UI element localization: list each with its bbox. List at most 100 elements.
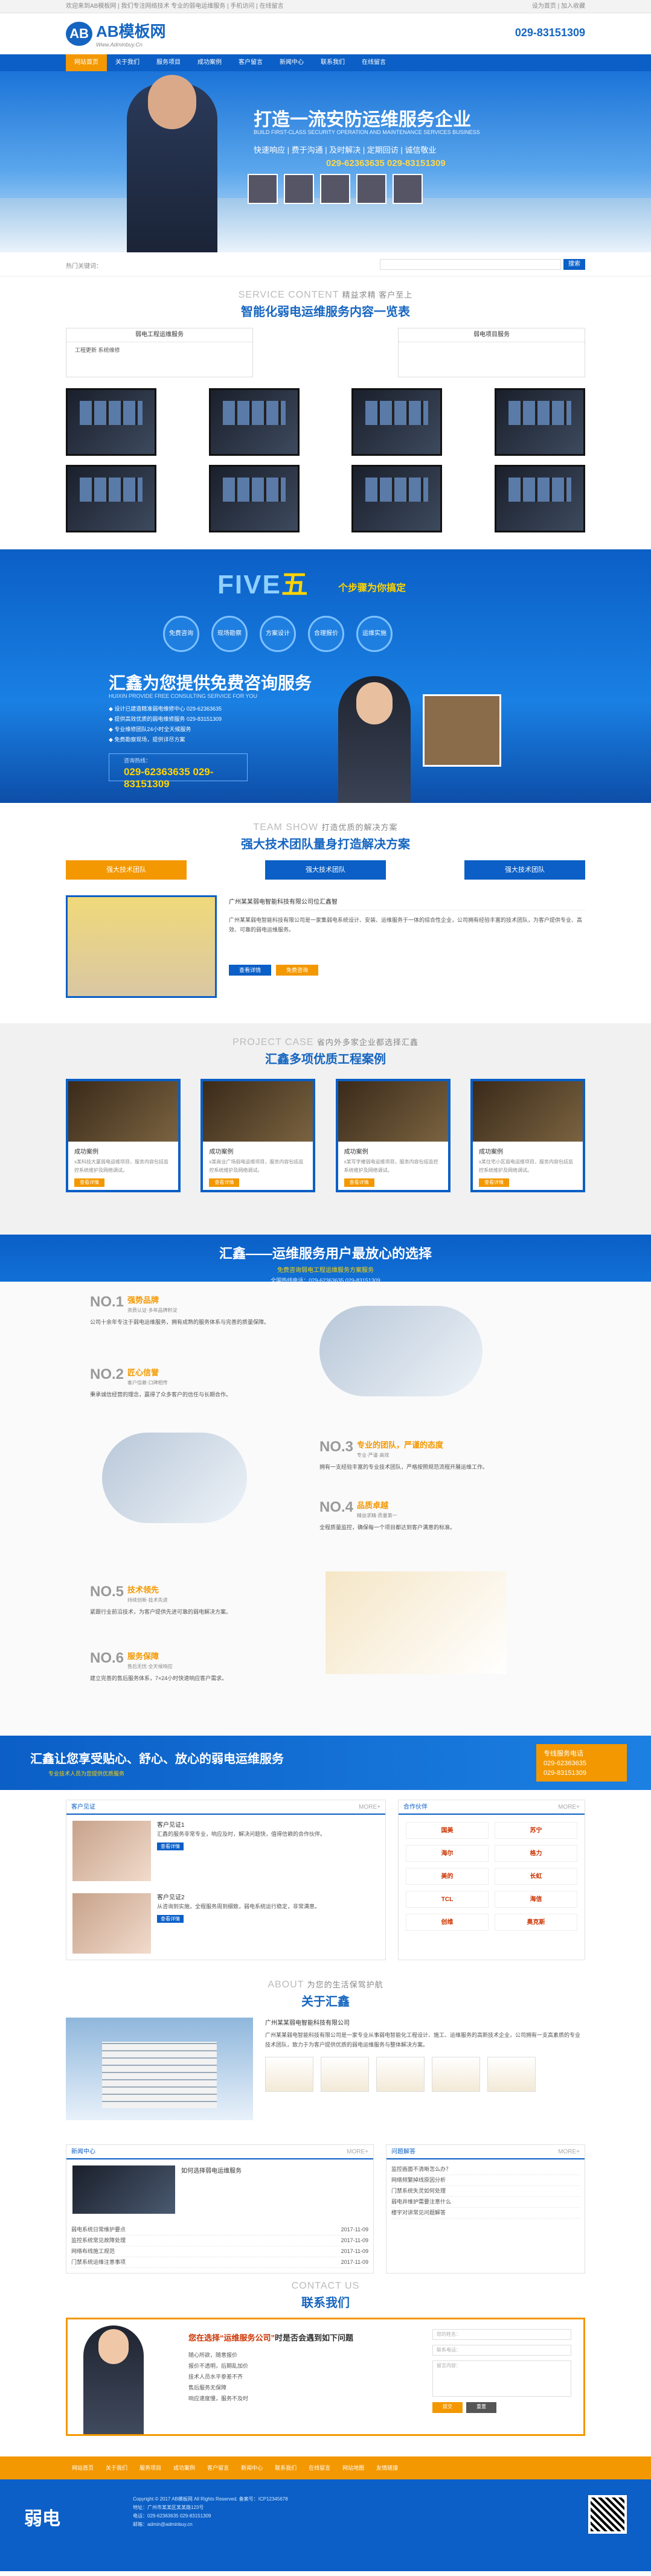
partner-logo[interactable]: 海信 (495, 1891, 577, 1908)
team-tab[interactable]: 强大技术团队 (464, 860, 585, 880)
footer-nav-item[interactable]: 友情链接 (370, 2456, 404, 2479)
step-circle[interactable]: 现场勘察 (211, 616, 248, 652)
case-title[interactable]: 成功案例 (68, 1142, 178, 1158)
testimonial-more-button[interactable]: 查看详情 (157, 1915, 184, 1923)
message-field[interactable]: 留言内容： (432, 2360, 571, 2397)
testimonial-name[interactable]: 客户见证2 (157, 1893, 379, 1902)
nav-item[interactable]: 新闻中心 (271, 54, 312, 71)
phone-field[interactable]: 联系电话： (432, 2345, 571, 2356)
case-image[interactable] (472, 1081, 583, 1142)
testimonial-more-button[interactable]: 查看详情 (157, 1843, 184, 1850)
news-item[interactable]: 网络布线施工规范 2017-11-09 (71, 2246, 368, 2257)
monitor-room-photo[interactable] (351, 465, 443, 532)
step-circle[interactable]: 方案设计 (260, 616, 296, 652)
partner-logo[interactable]: 苏宁 (495, 1822, 577, 1839)
faq-item-title[interactable]: 弱电井维护需要注意什么 (391, 2197, 451, 2207)
footer-nav-item[interactable]: 网站地图 (336, 2456, 370, 2479)
certificate-image[interactable] (376, 2057, 425, 2092)
team-tab[interactable]: 强大技术团队 (265, 860, 386, 880)
faq-item-title[interactable]: 门禁系统失灵如何处理 (391, 2186, 446, 2196)
consult-button[interactable]: 免费咨询 (276, 965, 318, 976)
case-title[interactable]: 成功案例 (203, 1142, 313, 1158)
certificate-image[interactable] (265, 2057, 313, 2092)
news-item-title[interactable]: 门禁系统运维注意事项 (71, 2257, 126, 2268)
partner-logo[interactable]: 创维 (406, 1914, 489, 1931)
faq-item[interactable]: 门禁系统失灵如何处理 (391, 2186, 580, 2197)
topbar-right-links[interactable]: 设为首页 | 加入收藏 (532, 0, 585, 13)
footer-nav-item[interactable]: 在线留言 (303, 2456, 336, 2479)
faq-item[interactable]: 楼宇对讲常见问题解答 (391, 2208, 580, 2219)
faq-item-title[interactable]: 楼宇对讲常见问题解答 (391, 2208, 446, 2218)
testimonials-more[interactable]: MORE+ (359, 1800, 380, 1814)
case-title[interactable]: 成功案例 (473, 1142, 583, 1158)
detail-button[interactable]: 查看详情 (229, 965, 271, 976)
news-thumb[interactable] (72, 2165, 175, 2214)
monitor-room-photo[interactable] (66, 465, 156, 532)
testimonial-name[interactable]: 客户见证1 (157, 1821, 379, 1830)
submit-button[interactable]: 提交 (432, 2402, 463, 2413)
nav-item[interactable]: 关于我们 (107, 54, 148, 71)
case-image[interactable] (338, 1081, 448, 1142)
news-item[interactable]: 弱电系统日常维护要点 2017-11-09 (71, 2225, 368, 2236)
case-image[interactable] (68, 1081, 178, 1142)
team-tab[interactable]: 强大技术团队 (66, 860, 187, 880)
monitor-room-photo[interactable] (208, 388, 300, 456)
case-card[interactable]: 成功案例 x某写字楼弱电运维项目，服务内容包括监控系统维护及网络调试。 查看详情 (335, 1079, 451, 1192)
reset-button[interactable]: 重置 (466, 2402, 496, 2413)
case-card[interactable]: 成功案例 x某住宅小区弱电运维项目，服务内容包括监控系统维护及网络调试。 查看详情 (470, 1079, 585, 1192)
monitor-room-photo[interactable] (66, 388, 156, 456)
name-field[interactable]: 您的姓名： (432, 2329, 571, 2340)
faq-item[interactable]: 监控画面不清晰怎么办？ (391, 2164, 580, 2175)
faq-more[interactable]: MORE+ (558, 2145, 580, 2158)
case-card[interactable]: 成功案例 x某商业广场弱电运维项目，服务内容包括监控系统维护及网络调试。 查看详情 (200, 1079, 316, 1192)
search-button[interactable]: 搜索 (563, 259, 585, 270)
footer-nav-item[interactable]: 新闻中心 (235, 2456, 269, 2479)
faq-item[interactable]: 弱电井维护需要注意什么 (391, 2197, 580, 2208)
case-more-button[interactable]: 查看详情 (344, 1178, 374, 1187)
case-card[interactable]: 成功案例 x某科技大厦弱电运维项目，服务内容包括监控系统维护及网络调试。 查看详情 (66, 1079, 181, 1192)
monitor-room-photo[interactable] (351, 388, 443, 456)
partner-logo[interactable]: 格力 (495, 1845, 577, 1862)
monitor-room-photo[interactable] (208, 465, 300, 532)
news-item-title[interactable]: 监控系统常见故障处理 (71, 2236, 126, 2246)
case-more-button[interactable]: 查看详情 (74, 1178, 104, 1187)
step-circle[interactable]: 合理报价 (308, 616, 344, 652)
testimonial-photo[interactable] (72, 1893, 151, 1954)
certificate-image[interactable] (487, 2057, 536, 2092)
case-image[interactable] (203, 1081, 313, 1142)
footer-nav-item[interactable]: 客户留言 (201, 2456, 235, 2479)
nav-item[interactable]: 服务项目 (148, 54, 189, 71)
partner-logo[interactable]: 长虹 (495, 1868, 577, 1885)
partner-logo[interactable]: 美的 (406, 1868, 489, 1885)
footer-nav-item[interactable]: 联系我们 (269, 2456, 303, 2479)
partner-logo[interactable]: 国美 (406, 1822, 489, 1839)
partner-logo[interactable]: TCL (406, 1891, 489, 1908)
footer-nav-item[interactable]: 成功案例 (167, 2456, 201, 2479)
service-col-items[interactable] (399, 342, 585, 350)
certificate-image[interactable] (432, 2057, 480, 2092)
faq-item-title[interactable]: 网络频繁掉线原因分析 (391, 2175, 446, 2185)
case-title[interactable]: 成功案例 (338, 1142, 448, 1158)
monitor-room-photo[interactable] (494, 388, 585, 456)
service-col-items[interactable]: 工程更新 系统维修 (66, 342, 252, 357)
news-item[interactable]: 监控系统常见故障处理 2017-11-09 (71, 2236, 368, 2246)
partner-logo[interactable]: 奥克斯 (495, 1914, 577, 1931)
monitor-room-photo[interactable] (494, 465, 585, 532)
certificate-image[interactable] (321, 2057, 369, 2092)
news-more[interactable]: MORE+ (347, 2145, 368, 2158)
news-item-title[interactable]: 网络布线施工规范 (71, 2246, 115, 2257)
footer-nav-item[interactable]: 网站首页 (66, 2456, 100, 2479)
search-input[interactable] (380, 259, 561, 270)
nav-item[interactable]: 在线留言 (353, 54, 394, 71)
nav-item[interactable]: 成功案例 (189, 54, 230, 71)
nav-item[interactable]: 客户留言 (230, 54, 271, 71)
partners-more[interactable]: MORE+ (558, 1800, 580, 1814)
news-lead[interactable]: 如何选择弱电运维服务 (181, 2165, 242, 2214)
faq-item[interactable]: 网络频繁掉线原因分析 (391, 2175, 580, 2186)
step-circle[interactable]: 运维实施 (356, 616, 393, 652)
testimonial-photo[interactable] (72, 1821, 151, 1881)
news-item-title[interactable]: 弱电系统日常维护要点 (71, 2225, 126, 2235)
partner-logo[interactable]: 海尔 (406, 1845, 489, 1862)
site-logo[interactable]: AB AB模板网 Www.Adminbuy.Cn (66, 19, 166, 48)
step-circle[interactable]: 免费咨询 (163, 616, 199, 652)
